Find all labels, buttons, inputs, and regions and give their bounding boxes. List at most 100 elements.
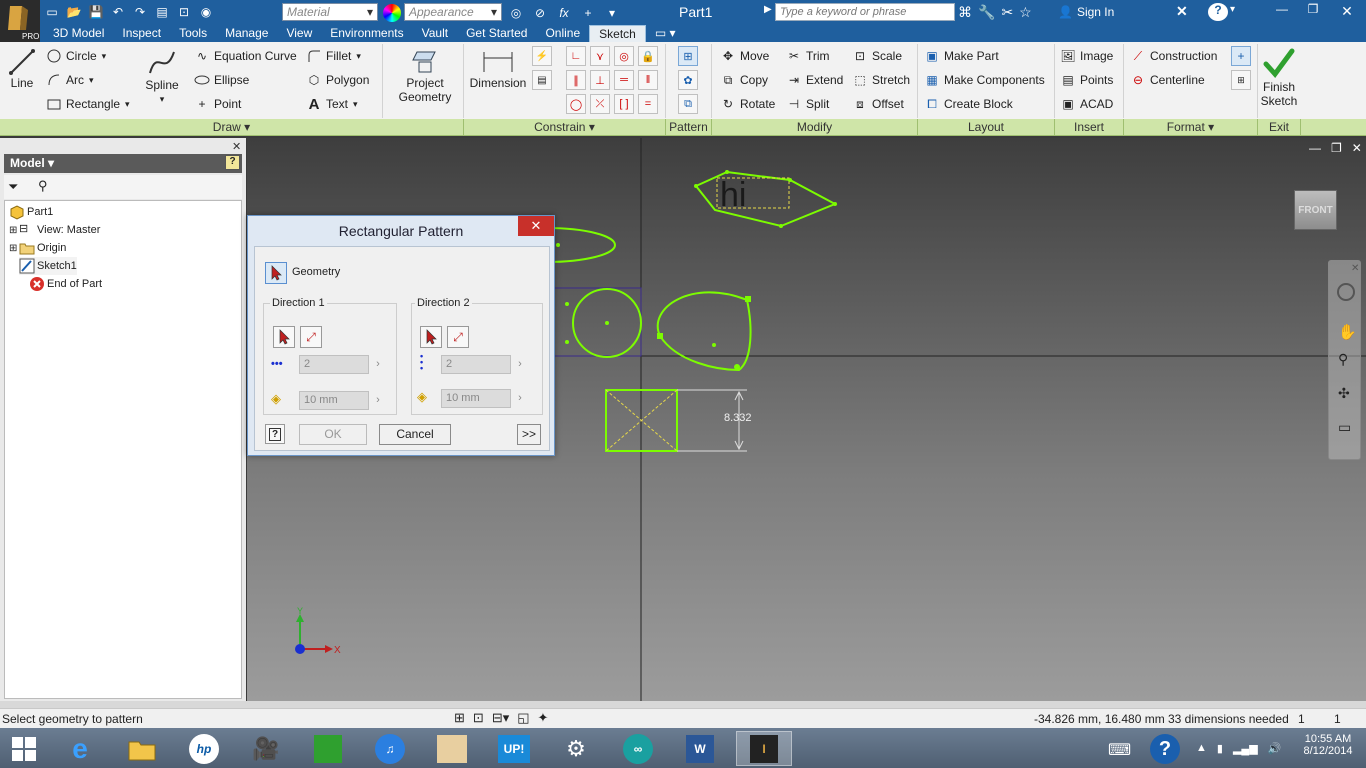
tab-manage[interactable]: Manage <box>216 25 277 42</box>
tree-item-origin[interactable]: ⊞ Origin <box>9 239 66 257</box>
dialog-help-button[interactable]: ? <box>265 424 285 444</box>
store-icon[interactable] <box>310 731 346 766</box>
close-window-button[interactable]: ✕ <box>1328 0 1366 22</box>
project-geometry-button[interactable]: Project Geometry <box>392 48 458 104</box>
center-point-icon[interactable]: + <box>1231 46 1251 66</box>
polygon-sketch[interactable] <box>694 170 838 228</box>
show-constraints-icon[interactable]: ▤ <box>532 70 552 90</box>
sketch-text[interactable]: hi <box>720 176 746 214</box>
tree-item-end-of-part[interactable]: End of Part <box>29 275 102 293</box>
tab-environments[interactable]: Environments <box>321 25 412 42</box>
split-button[interactable]: ⊣ Split <box>786 96 830 112</box>
geometry-select-button[interactable] <box>265 262 287 284</box>
centerline-button[interactable]: ⊖ Centerline <box>1130 72 1205 88</box>
save-icon[interactable]: 💾 <box>86 3 106 21</box>
hp-icon[interactable]: hp <box>186 731 222 766</box>
auto-dimension-icon[interactable]: ⚡ <box>532 46 552 66</box>
open-icon[interactable]: 📂 <box>64 3 84 21</box>
polygon-button[interactable]: ⬡ Polygon <box>306 72 370 88</box>
tab-vault[interactable]: Vault <box>413 25 457 42</box>
zoom-icon[interactable]: ⊡ <box>174 3 194 21</box>
dimension-button[interactable]: Dimension <box>468 48 528 90</box>
panel-format[interactable]: Format ▾ <box>1124 119 1258 136</box>
clear-icon[interactable]: ⊘ <box>530 4 550 22</box>
rectangle-button[interactable]: Rectangle ▾ <box>46 96 130 112</box>
clock[interactable]: 10:55 AM 8/12/2014 <box>1300 733 1356 757</box>
plus-icon[interactable]: + <box>578 4 598 22</box>
grid-snap-icon[interactable]: ⊞ <box>454 710 465 726</box>
image-button[interactable]: 🖼 Image <box>1060 48 1113 64</box>
finish-sketch-button[interactable]: Finish Sketch <box>1258 48 1300 108</box>
look-at-icon[interactable]: ▭ <box>1338 419 1351 436</box>
word-icon[interactable]: W <box>682 731 718 766</box>
panel-constrain[interactable]: Constrain ▾ <box>464 119 666 136</box>
acad-button[interactable]: ▣ ACAD <box>1060 96 1113 112</box>
cancel-button[interactable]: Cancel <box>379 424 451 445</box>
circle-sketch[interactable] <box>548 287 642 358</box>
itunes-icon[interactable]: ♫ <box>372 731 408 766</box>
new-icon[interactable]: ▭ <box>42 3 62 21</box>
arduino-icon[interactable]: ∞ <box>620 731 656 766</box>
fx-icon[interactable]: fx <box>554 4 574 22</box>
tree-item-sketch1[interactable]: Sketch1 <box>19 257 77 275</box>
network-icon[interactable]: ▂▄▆ <box>1233 742 1258 755</box>
orbit-icon[interactable]: ✣ <box>1338 385 1350 402</box>
tab-view[interactable]: View <box>277 25 321 42</box>
pan-icon[interactable]: ✋ <box>1338 323 1357 341</box>
redo-icon[interactable]: ↷ <box>130 3 150 21</box>
make-components-button[interactable]: ▦ Make Components <box>924 72 1044 88</box>
undo-icon[interactable]: ↶ <box>108 3 128 21</box>
equation-curve-button[interactable]: ∿ Equation Curve <box>194 48 297 64</box>
navbar-close-icon[interactable]: ✕ <box>1351 263 1359 274</box>
application-menu-button[interactable]: PRO <box>0 0 40 42</box>
battery-icon[interactable]: ▮ <box>1217 742 1223 755</box>
stretch-button[interactable]: ⬚ Stretch <box>852 72 910 88</box>
sign-in-button[interactable]: 👤 Sign In <box>1058 5 1114 19</box>
spline-button[interactable]: Spline ▾ <box>144 48 180 106</box>
fix-constraint-icon[interactable]: 🔒 <box>638 46 658 66</box>
material-combo[interactable]: Material ▾ <box>282 3 378 21</box>
minimize-button[interactable]: — <box>1266 2 1298 20</box>
direction1-flip-button[interactable]: ⤢ <box>300 326 322 348</box>
construction-button[interactable]: ⟋ Construction <box>1130 48 1218 64</box>
browser-close-icon[interactable]: ✕ <box>232 140 241 153</box>
browser-help-icon[interactable]: ? <box>225 155 240 170</box>
tab-tools[interactable]: Tools <box>170 25 216 42</box>
rectangular-pattern-icon[interactable]: ⊞ <box>678 46 698 66</box>
copy-button[interactable]: ⧉ Copy <box>720 72 768 88</box>
adjust-icon[interactable]: ◎ <box>506 4 526 22</box>
direction2-count-arrow[interactable]: › <box>513 355 527 374</box>
file-explorer-icon[interactable] <box>124 731 160 766</box>
expand-icon[interactable]: ⊞ <box>9 225 19 236</box>
direction2-spacing-arrow[interactable]: › <box>513 389 527 408</box>
direction1-count-arrow[interactable]: › <box>371 355 385 374</box>
line-button[interactable]: Line <box>6 48 38 90</box>
viewcube-front[interactable]: FRONT <box>1294 190 1337 230</box>
parallel-constraint-icon[interactable]: ∥ <box>566 70 586 90</box>
exchange-apps-icon[interactable]: ✕ <box>1176 3 1188 20</box>
extend-button[interactable]: ⇥ Extend <box>786 72 843 88</box>
volume-icon[interactable]: 🔊 <box>1268 742 1282 755</box>
tray-expand-icon[interactable]: ▲ <box>1196 742 1207 755</box>
direction2-count-input[interactable]: 2 <box>441 355 511 374</box>
appearance-combo[interactable]: Appearance ▾ <box>404 3 502 21</box>
internet-explorer-icon[interactable]: e <box>62 731 98 766</box>
perpendicular-constraint-icon[interactable]: ⊥ <box>590 70 610 90</box>
rotate-button[interactable]: ↻ Rotate <box>720 96 775 112</box>
ellipse-button[interactable]: Ellipse <box>194 72 249 88</box>
tab-get-started[interactable]: Get Started <box>457 25 536 42</box>
tab-sketch[interactable]: Sketch <box>589 25 646 42</box>
point-button[interactable]: + Point <box>194 96 241 112</box>
panel-draw[interactable]: Draw ▾ <box>0 119 464 136</box>
direction1-spacing-input[interactable]: 10 mm <box>299 391 369 410</box>
select-filter-icon[interactable]: ▤ <box>152 3 172 21</box>
collinear-constraint-icon[interactable]: ⋎ <box>590 46 610 66</box>
tree-item-view-master[interactable]: ⊞ ⊟ View: Master <box>9 221 100 239</box>
expand-icon[interactable]: ⊞ <box>9 243 19 254</box>
direction2-path-button[interactable] <box>420 326 442 348</box>
filter-icon[interactable]: ⏷ <box>8 179 18 195</box>
zoom-icon[interactable]: ⚲ <box>1338 351 1348 368</box>
browser-header[interactable]: Model ▾ <box>4 154 242 173</box>
start-button[interactable] <box>6 731 42 766</box>
restore-button[interactable]: ❐ <box>1298 2 1328 20</box>
